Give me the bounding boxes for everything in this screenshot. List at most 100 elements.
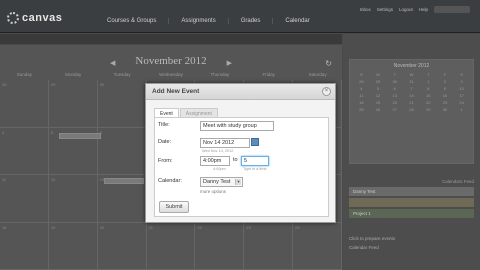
mini-calendar-day[interactable]: 10 xyxy=(454,86,469,91)
mini-calendar-day[interactable]: 11 xyxy=(354,93,369,98)
calendar-day-cell[interactable]: 23 xyxy=(244,222,294,270)
calendar-feed-link[interactable]: Calendar Feed xyxy=(349,243,395,252)
nav-assignments[interactable]: Assignments xyxy=(168,18,227,24)
title-input[interactable]: Meet with study group xyxy=(200,121,274,131)
link-help[interactable]: Help xyxy=(419,7,428,12)
dialog-header: Add New Event × xyxy=(146,84,335,100)
calendar-day-cell[interactable]: 22 xyxy=(195,222,245,270)
mini-calendar-day[interactable]: 29 xyxy=(421,107,436,112)
mini-calendar-day[interactable]: 16 xyxy=(438,93,453,98)
search-input[interactable] xyxy=(434,6,470,13)
calendar-day-cell[interactable]: 6 xyxy=(97,127,147,175)
mini-calendar-day[interactable]: 5 xyxy=(371,86,386,91)
mini-calendar-day: W xyxy=(409,72,414,77)
calendar-sidebar: November 2012 S M T W T F S 28 29 30 31 1 2 3 4 5 6 7 8 9 10… xyxy=(343,34,480,270)
refresh-icon[interactable]: ↻ xyxy=(325,59,332,68)
date-input[interactable]: Nov 14 2012 xyxy=(200,138,250,148)
mini-calendar-day[interactable]: 6 xyxy=(387,86,402,91)
prepare-events-link[interactable]: Click to prepare events xyxy=(349,234,395,243)
mini-calendar-day[interactable]: 18 xyxy=(354,100,369,105)
top-navigation-bar: canvas Courses & Groups Assignments Grad… xyxy=(0,0,480,33)
next-month-icon[interactable]: ▶ xyxy=(227,59,232,67)
days-of-week-header: Sunday Monday Tuesday Wednesday Thursday… xyxy=(0,72,342,77)
nav-calendar[interactable]: Calendar xyxy=(272,18,321,24)
calendar-day-cell[interactable]: 30 xyxy=(97,80,147,128)
mini-calendar-day: M xyxy=(376,72,380,77)
day-number: 23 xyxy=(246,224,251,230)
close-icon[interactable]: × xyxy=(322,87,331,96)
mini-calendar-day[interactable]: 15 xyxy=(421,93,436,98)
day-number: 29 xyxy=(50,82,56,87)
dow-label: Thursday xyxy=(210,72,230,77)
dialog-title: Add New Event xyxy=(152,88,200,95)
nav-courses-groups[interactable]: Courses & Groups xyxy=(95,18,168,24)
mini-calendar-day[interactable]: 17 xyxy=(454,93,469,98)
canvas-logo-icon xyxy=(7,12,19,24)
mini-calendar-day: T xyxy=(393,72,396,77)
calendar-day-cell[interactable]: 11 xyxy=(0,175,49,223)
mini-calendar-day[interactable]: 3 xyxy=(454,79,469,84)
mini-calendar-day[interactable]: 1 xyxy=(454,107,469,112)
mini-calendar-day[interactable]: 29 xyxy=(371,79,386,84)
mini-calendar-day[interactable]: 27 xyxy=(387,107,402,112)
calendar-select[interactable]: Danny Test ▼ xyxy=(200,177,243,187)
mini-calendar-day[interactable]: 8 xyxy=(421,86,436,91)
mini-calendar-day[interactable]: 14 xyxy=(404,93,419,98)
mini-calendar-day[interactable]: 19 xyxy=(371,100,386,105)
nav-grades[interactable]: Grades xyxy=(227,18,273,24)
calendar-day-cell[interactable]: 21 xyxy=(146,222,196,270)
mini-calendar-day[interactable]: 4 xyxy=(354,86,369,91)
calendar-day-cell[interactable]: 4 xyxy=(0,127,49,175)
mini-calendar-day[interactable]: 26 xyxy=(371,107,386,112)
calendar-day-cell[interactable]: 20 xyxy=(97,222,147,270)
mini-calendar-day[interactable]: 24 xyxy=(454,100,469,105)
mini-calendar-day[interactable]: 12 xyxy=(371,93,386,98)
calendar-picker-icon[interactable] xyxy=(251,138,259,146)
start-time-input[interactable]: 4:00pm xyxy=(200,156,230,166)
more-options-link[interactable]: more options xyxy=(200,189,226,194)
calendar-header: ◀ November 2012 ▶ ↻ xyxy=(0,45,342,71)
mini-calendar-day[interactable]: 31 xyxy=(404,79,419,84)
submit-button[interactable]: Submit xyxy=(159,201,189,213)
calendar-day-cell[interactable]: 24 xyxy=(293,222,342,270)
user-links: Inbox Settings Logout Help xyxy=(360,6,470,13)
mini-calendar-day[interactable]: 13 xyxy=(387,93,402,98)
mini-calendar-day[interactable]: 1 xyxy=(421,79,436,84)
calendar-day-cell[interactable]: 18 xyxy=(0,222,49,270)
sidebar-links: Click to prepare events Calendar Feed xyxy=(349,234,395,252)
date-hint: Wed Nov 14, 2012 xyxy=(202,149,234,153)
mini-calendar-day[interactable]: 20 xyxy=(387,100,402,105)
link-settings[interactable]: Settings xyxy=(377,7,393,12)
mini-calendar-day[interactable]: 22 xyxy=(421,100,436,105)
mini-calendar-day[interactable]: 30 xyxy=(438,107,453,112)
mini-calendar-day[interactable]: 21 xyxy=(404,100,419,105)
calendar-day-cell[interactable]: 29 xyxy=(48,80,98,128)
calendar-label: Calendar: xyxy=(158,178,182,184)
calendar-item[interactable] xyxy=(349,198,474,207)
mini-calendar-day[interactable]: 25 xyxy=(354,107,369,112)
calendar-event[interactable] xyxy=(59,133,101,139)
calendar-day-cell[interactable]: 28 xyxy=(0,80,49,128)
calendar-item[interactable]: Danny Test xyxy=(349,187,474,196)
link-inbox[interactable]: Inbox xyxy=(360,7,371,12)
mini-calendar-day[interactable]: 28 xyxy=(354,79,369,84)
mini-calendar-day[interactable]: 7 xyxy=(404,86,419,91)
mini-calendar-day[interactable]: 30 xyxy=(387,79,402,84)
mini-calendar-day[interactable]: 9 xyxy=(438,86,453,91)
link-logout[interactable]: Logout xyxy=(399,7,413,12)
mini-calendar-day: S xyxy=(360,72,363,77)
calendar-day-cell[interactable]: 19 xyxy=(48,222,98,270)
calendar-event[interactable] xyxy=(104,178,144,184)
end-time-input[interactable]: 5 xyxy=(241,156,269,166)
calendar-item[interactable]: Project 1 xyxy=(349,209,474,218)
dow-label: Tuesday xyxy=(113,72,131,77)
mini-calendar-day[interactable]: 23 xyxy=(438,100,453,105)
mini-calendar-day[interactable]: 2 xyxy=(438,79,453,84)
calendar-select-value: Danny Test xyxy=(203,179,231,185)
canvas-logo[interactable]: canvas xyxy=(7,12,62,24)
add-event-dialog: Add New Event × Event Assignment Title: … xyxy=(145,83,336,223)
calendar-day-cell[interactable]: 12 xyxy=(48,175,98,223)
mini-calendar-grid: S M T W T F S 28 29 30 31 1 2 3 4 5 6 7 8 9 10 11 12 13 14 15 16 17… xyxy=(350,69,473,115)
mini-calendar-day[interactable]: 28 xyxy=(404,107,419,112)
day-number: 30 xyxy=(99,82,105,87)
